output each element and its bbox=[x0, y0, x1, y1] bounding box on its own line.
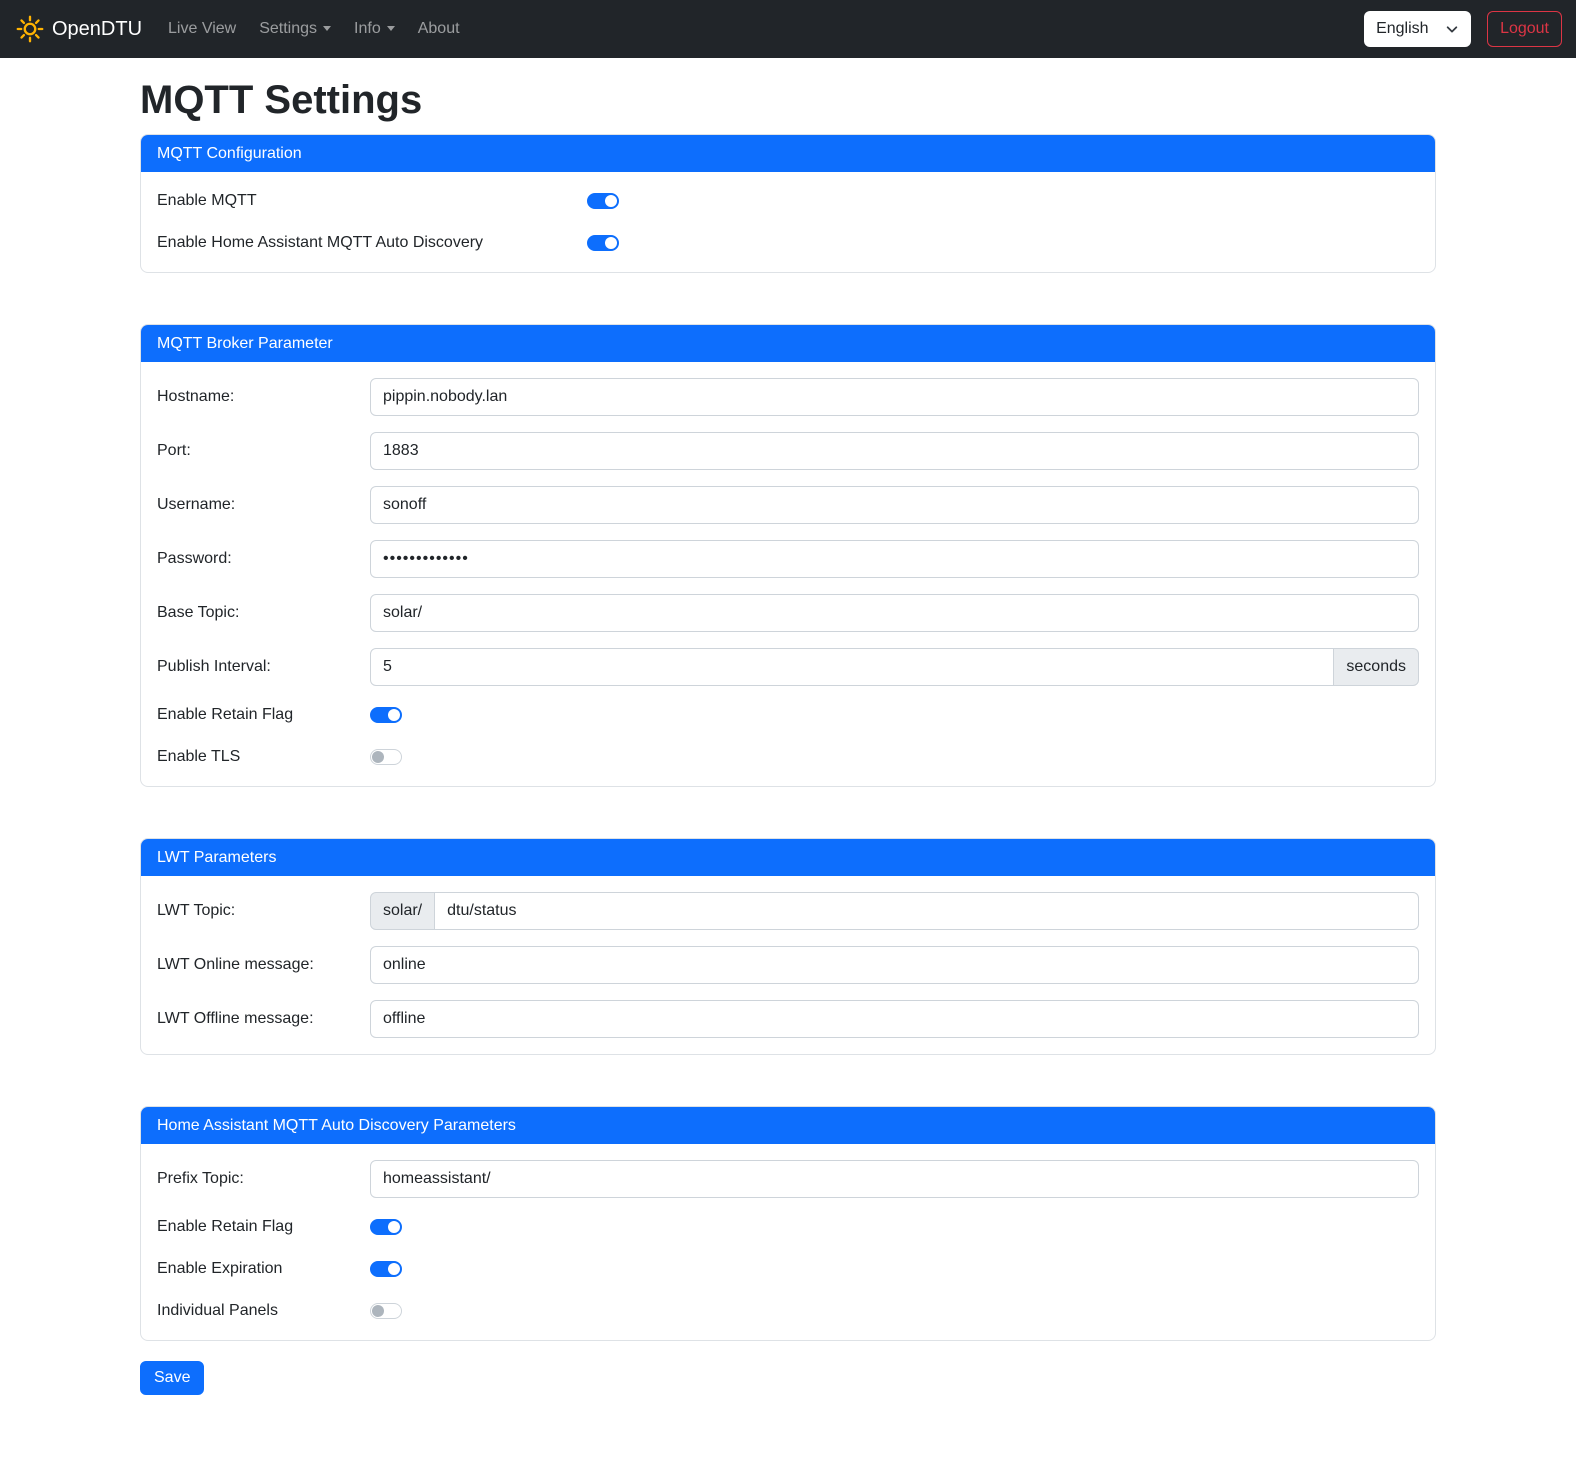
retain-flag-row: Enable Retain Flag bbox=[157, 702, 1419, 728]
dropdown-caret-icon bbox=[387, 26, 395, 31]
brand-label: OpenDTU bbox=[52, 18, 142, 41]
individual-panels-label: Individual Panels bbox=[157, 1302, 370, 1320]
mqtt-configuration-body: Enable MQTT Enable Home Assistant MQTT A… bbox=[141, 172, 1435, 272]
mqtt-broker-header: MQTT Broker Parameter bbox=[141, 325, 1435, 362]
dropdown-caret-icon bbox=[323, 26, 331, 31]
hostname-label: Hostname: bbox=[157, 388, 370, 406]
navbar: OpenDTU Live View Settings Info About En… bbox=[0, 0, 1576, 58]
tls-label: Enable TLS bbox=[157, 748, 370, 766]
main-content: MQTT Settings MQTT Configuration Enable … bbox=[140, 76, 1436, 1395]
publish-interval-row: Publish Interval: seconds bbox=[157, 648, 1419, 686]
base-topic-row: Base Topic: bbox=[157, 594, 1419, 632]
retain-flag-toggle[interactable] bbox=[370, 707, 402, 723]
mqtt-configuration-card: MQTT Configuration Enable MQTT Enable Ho… bbox=[140, 134, 1436, 273]
prefix-topic-label: Prefix Topic: bbox=[157, 1170, 370, 1188]
nav-item-live-view[interactable]: Live View bbox=[160, 12, 244, 46]
nav-item-about[interactable]: About bbox=[410, 12, 468, 46]
lwt-topic-group: solar/ bbox=[370, 892, 1419, 930]
password-label: Password: bbox=[157, 550, 370, 568]
ha-discovery-body: Prefix Topic: Enable Retain Flag Enable … bbox=[141, 1144, 1435, 1340]
nav-item-settings[interactable]: Settings bbox=[251, 12, 339, 46]
ha-discovery-header: Home Assistant MQTT Auto Discovery Param… bbox=[141, 1107, 1435, 1144]
individual-panels-row: Individual Panels bbox=[157, 1298, 1419, 1324]
hostname-input[interactable] bbox=[370, 378, 1419, 416]
ha-retain-row: Enable Retain Flag bbox=[157, 1214, 1419, 1240]
lwt-parameters-header: LWT Parameters bbox=[141, 839, 1435, 876]
publish-interval-unit: seconds bbox=[1333, 648, 1419, 686]
lwt-parameters-card: LWT Parameters LWT Topic: solar/ LWT Onl… bbox=[140, 838, 1436, 1055]
ha-discovery-card: Home Assistant MQTT Auto Discovery Param… bbox=[140, 1106, 1436, 1341]
mqtt-configuration-header: MQTT Configuration bbox=[141, 135, 1435, 172]
navbar-right: English Logout bbox=[1364, 11, 1562, 47]
tls-toggle[interactable] bbox=[370, 749, 402, 765]
language-selected-value: English bbox=[1376, 20, 1428, 38]
enable-ha-discovery-toggle[interactable] bbox=[587, 235, 619, 251]
enable-mqtt-label: Enable MQTT bbox=[157, 192, 587, 210]
nav-links: Live View Settings Info About bbox=[160, 12, 475, 46]
username-row: Username: bbox=[157, 486, 1419, 524]
logout-button[interactable]: Logout bbox=[1487, 11, 1562, 47]
port-label: Port: bbox=[157, 442, 370, 460]
retain-flag-label: Enable Retain Flag bbox=[157, 706, 370, 724]
sun-icon bbox=[16, 15, 44, 43]
ha-retain-label: Enable Retain Flag bbox=[157, 1218, 370, 1236]
password-row: Password: bbox=[157, 540, 1419, 578]
port-input[interactable] bbox=[370, 432, 1419, 470]
publish-interval-input[interactable] bbox=[370, 648, 1334, 686]
language-select[interactable]: English bbox=[1364, 11, 1471, 47]
enable-ha-discovery-label: Enable Home Assistant MQTT Auto Discover… bbox=[157, 234, 587, 252]
username-label: Username: bbox=[157, 496, 370, 514]
enable-mqtt-toggle[interactable] bbox=[587, 193, 619, 209]
base-topic-label: Base Topic: bbox=[157, 604, 370, 622]
mqtt-broker-card: MQTT Broker Parameter Hostname: Port: Us… bbox=[140, 324, 1436, 787]
lwt-topic-label: LWT Topic: bbox=[157, 902, 370, 920]
brand-link[interactable]: OpenDTU bbox=[16, 15, 142, 43]
lwt-offline-label: LWT Offline message: bbox=[157, 1010, 370, 1028]
chevron-down-icon bbox=[1445, 22, 1459, 36]
ha-retain-toggle[interactable] bbox=[370, 1219, 402, 1235]
ha-expiration-toggle[interactable] bbox=[370, 1261, 402, 1277]
page-title: MQTT Settings bbox=[140, 76, 1436, 124]
lwt-topic-row: LWT Topic: solar/ bbox=[157, 892, 1419, 930]
enable-ha-discovery-row: Enable Home Assistant MQTT Auto Discover… bbox=[157, 230, 1419, 256]
lwt-online-input[interactable] bbox=[370, 946, 1419, 984]
lwt-parameters-body: LWT Topic: solar/ LWT Online message: LW… bbox=[141, 876, 1435, 1054]
individual-panels-toggle[interactable] bbox=[370, 1303, 402, 1319]
prefix-topic-row: Prefix Topic: bbox=[157, 1160, 1419, 1198]
save-button[interactable]: Save bbox=[140, 1361, 204, 1395]
password-input[interactable] bbox=[370, 540, 1419, 578]
base-topic-input[interactable] bbox=[370, 594, 1419, 632]
port-row: Port: bbox=[157, 432, 1419, 470]
publish-interval-group: seconds bbox=[370, 648, 1419, 686]
mqtt-broker-body: Hostname: Port: Username: Password: Base… bbox=[141, 362, 1435, 786]
lwt-offline-input[interactable] bbox=[370, 1000, 1419, 1038]
prefix-topic-input[interactable] bbox=[370, 1160, 1419, 1198]
ha-expiration-row: Enable Expiration bbox=[157, 1256, 1419, 1282]
tls-row: Enable TLS bbox=[157, 744, 1419, 770]
lwt-online-label: LWT Online message: bbox=[157, 956, 370, 974]
nav-item-settings-label: Settings bbox=[259, 20, 317, 37]
nav-item-info[interactable]: Info bbox=[346, 12, 403, 46]
ha-expiration-label: Enable Expiration bbox=[157, 1260, 370, 1278]
username-input[interactable] bbox=[370, 486, 1419, 524]
lwt-topic-prefix: solar/ bbox=[370, 892, 435, 930]
lwt-topic-input[interactable] bbox=[434, 892, 1419, 930]
lwt-online-row: LWT Online message: bbox=[157, 946, 1419, 984]
hostname-row: Hostname: bbox=[157, 378, 1419, 416]
enable-mqtt-row: Enable MQTT bbox=[157, 188, 1419, 214]
lwt-offline-row: LWT Offline message: bbox=[157, 1000, 1419, 1038]
publish-interval-label: Publish Interval: bbox=[157, 658, 370, 676]
nav-item-info-label: Info bbox=[354, 20, 381, 37]
